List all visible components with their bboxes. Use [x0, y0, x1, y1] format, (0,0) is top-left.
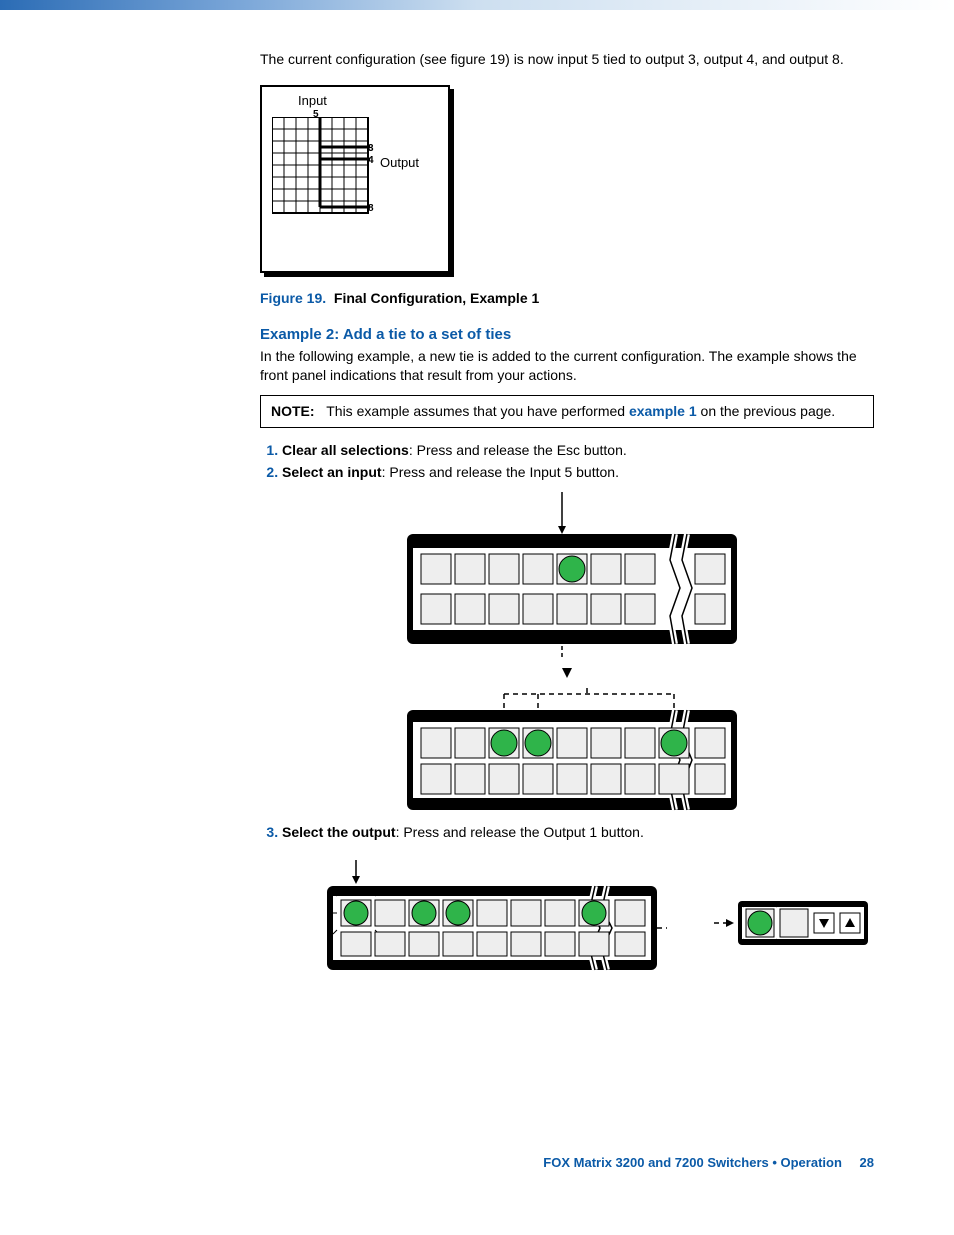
grid-svg [272, 117, 372, 217]
step-3: Select the output: Press and release the… [282, 824, 874, 840]
example-2-title: Example 2: Add a tie to a set of ties [260, 326, 874, 343]
intro-paragraph: The current configuration (see figure 19… [260, 50, 874, 69]
note-text-after: on the previous page. [697, 403, 836, 419]
panel-diagram-3 [260, 850, 874, 986]
footer-page-number: 28 [860, 1155, 874, 1170]
top-gradient-bar [0, 0, 954, 10]
example-2-intro: In the following example, a new tie is a… [260, 347, 874, 385]
figure-19-caption-text: Final Configuration, Example 1 [334, 290, 539, 306]
panel-diagram-1 [260, 490, 874, 678]
step-2: Select an input: Press and release the I… [282, 464, 874, 480]
step-list: Clear all selections: Press and release … [260, 442, 874, 480]
panel-1-svg [387, 490, 747, 660]
step-list-2: Select the output: Press and release the… [260, 824, 874, 840]
step-2-bold: Select an input [282, 464, 382, 480]
panel-diagram-2 [260, 688, 874, 818]
step-3-rest: : Press and release the Output 1 button. [396, 824, 644, 840]
figure-19-caption: Figure 19. Final Configuration, Example … [260, 290, 874, 306]
panel-2-svg [387, 688, 747, 818]
note-box: NOTE: This example assumes that you have… [260, 395, 874, 429]
step-2-rest: : Press and release the Input 5 button. [382, 464, 619, 480]
grid-input-label: Input [298, 93, 327, 108]
page-footer: FOX Matrix 3200 and 7200 Switchers • Ope… [543, 1155, 874, 1170]
footer-text: FOX Matrix 3200 and 7200 Switchers • Ope… [543, 1155, 842, 1170]
page-content: The current configuration (see figure 19… [0, 10, 954, 1190]
panel-3-side-svg [714, 883, 874, 963]
note-text-before: This example assumes that you have perfo… [326, 403, 629, 419]
step-3-bold: Select the output [282, 824, 396, 840]
example-1-link[interactable]: example 1 [629, 403, 697, 419]
step-1: Clear all selections: Press and release … [282, 442, 874, 458]
step-1-bold: Clear all selections [282, 442, 409, 458]
figure-19-diagram: Input Output 5 3 4 8 [260, 85, 450, 273]
step-1-rest: : Press and release the Esc button. [409, 442, 627, 458]
figure-19-ref: Figure 19. [260, 290, 326, 306]
panel-3-svg [307, 860, 667, 980]
grid-output-label: Output [380, 155, 419, 170]
note-label: NOTE: [271, 403, 315, 419]
